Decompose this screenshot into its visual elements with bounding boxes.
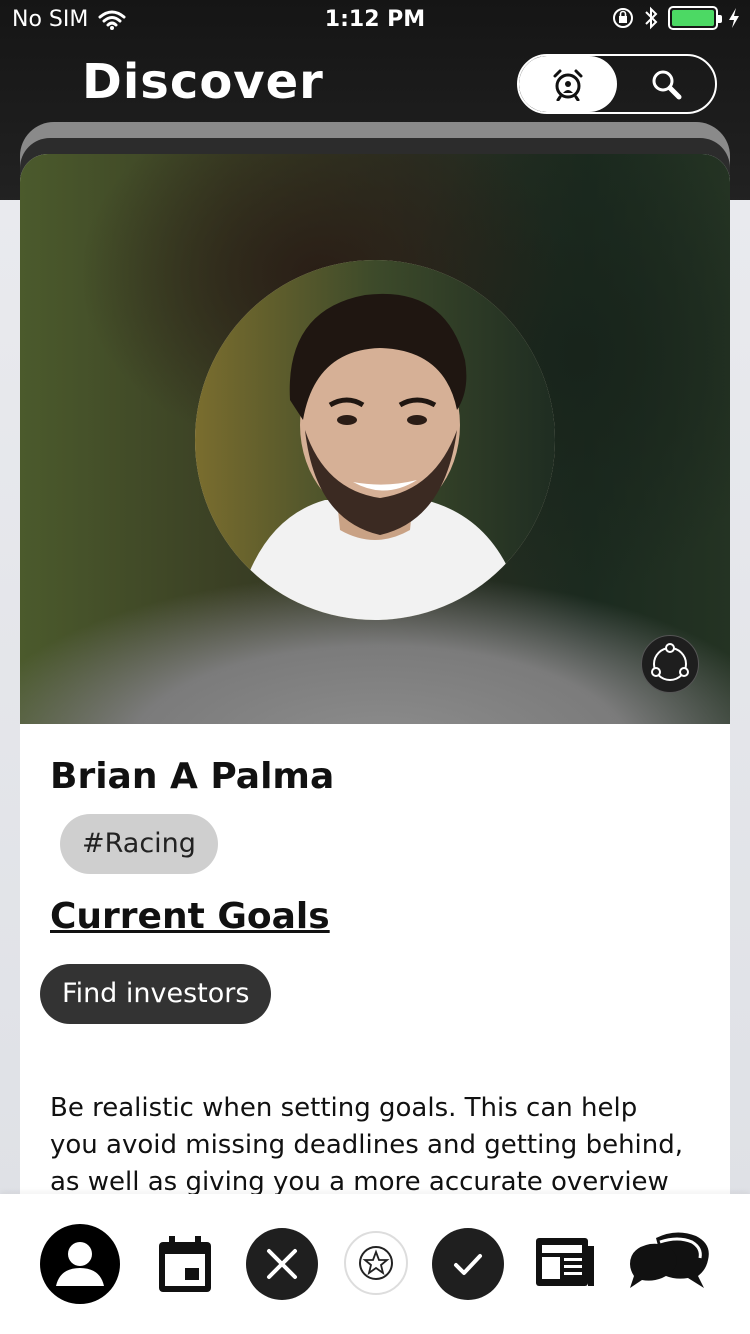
profile-description: Be realistic when setting goals. This ca… — [50, 1093, 684, 1197]
alarm-clock-icon — [553, 69, 583, 101]
toggle-search-button[interactable] — [617, 56, 715, 112]
battery-level — [672, 10, 714, 26]
current-goals-heading: Current Goals — [50, 896, 330, 937]
accept-check-icon — [432, 1228, 504, 1300]
page-title: Discover — [82, 54, 324, 110]
view-toggle — [517, 54, 717, 114]
nav-profile-button[interactable] — [40, 1224, 120, 1304]
side-gutter-right — [728, 200, 750, 1200]
profile-card[interactable]: Brian A Palma #Racing Current Goals Find… — [20, 154, 730, 1254]
favorite-star-icon — [344, 1231, 408, 1295]
profile-icon — [40, 1224, 120, 1304]
nav-chat-button[interactable] — [626, 1230, 712, 1294]
toggle-alarm-button[interactable] — [519, 56, 617, 112]
charging-bolt-icon — [729, 8, 739, 28]
bottom-nav-bar — [0, 1194, 750, 1334]
side-gutter-left — [0, 200, 22, 1200]
share-button[interactable] — [641, 635, 699, 693]
share-icon — [651, 643, 689, 681]
nav-reject-button[interactable] — [246, 1228, 318, 1300]
battery-icon — [668, 6, 722, 30]
nav-favorite-button[interactable] — [343, 1230, 409, 1296]
profile-name: Brian A Palma — [50, 756, 335, 797]
goal-chip[interactable]: Find investors — [40, 964, 272, 1024]
rotation-lock-icon — [613, 8, 633, 28]
search-icon — [652, 70, 682, 100]
avatar — [195, 260, 555, 620]
calendar-icon — [159, 1236, 211, 1292]
reject-icon — [246, 1228, 318, 1300]
bluetooth-icon — [645, 6, 658, 30]
chat-icon — [630, 1232, 709, 1288]
interest-tag[interactable]: #Racing — [60, 814, 218, 874]
nav-news-button[interactable] — [534, 1236, 596, 1290]
news-icon — [536, 1238, 594, 1286]
status-bar: No SIM 1:12 PM — [0, 0, 750, 40]
nav-calendar-button[interactable] — [157, 1234, 213, 1294]
nav-accept-button[interactable] — [432, 1228, 504, 1300]
